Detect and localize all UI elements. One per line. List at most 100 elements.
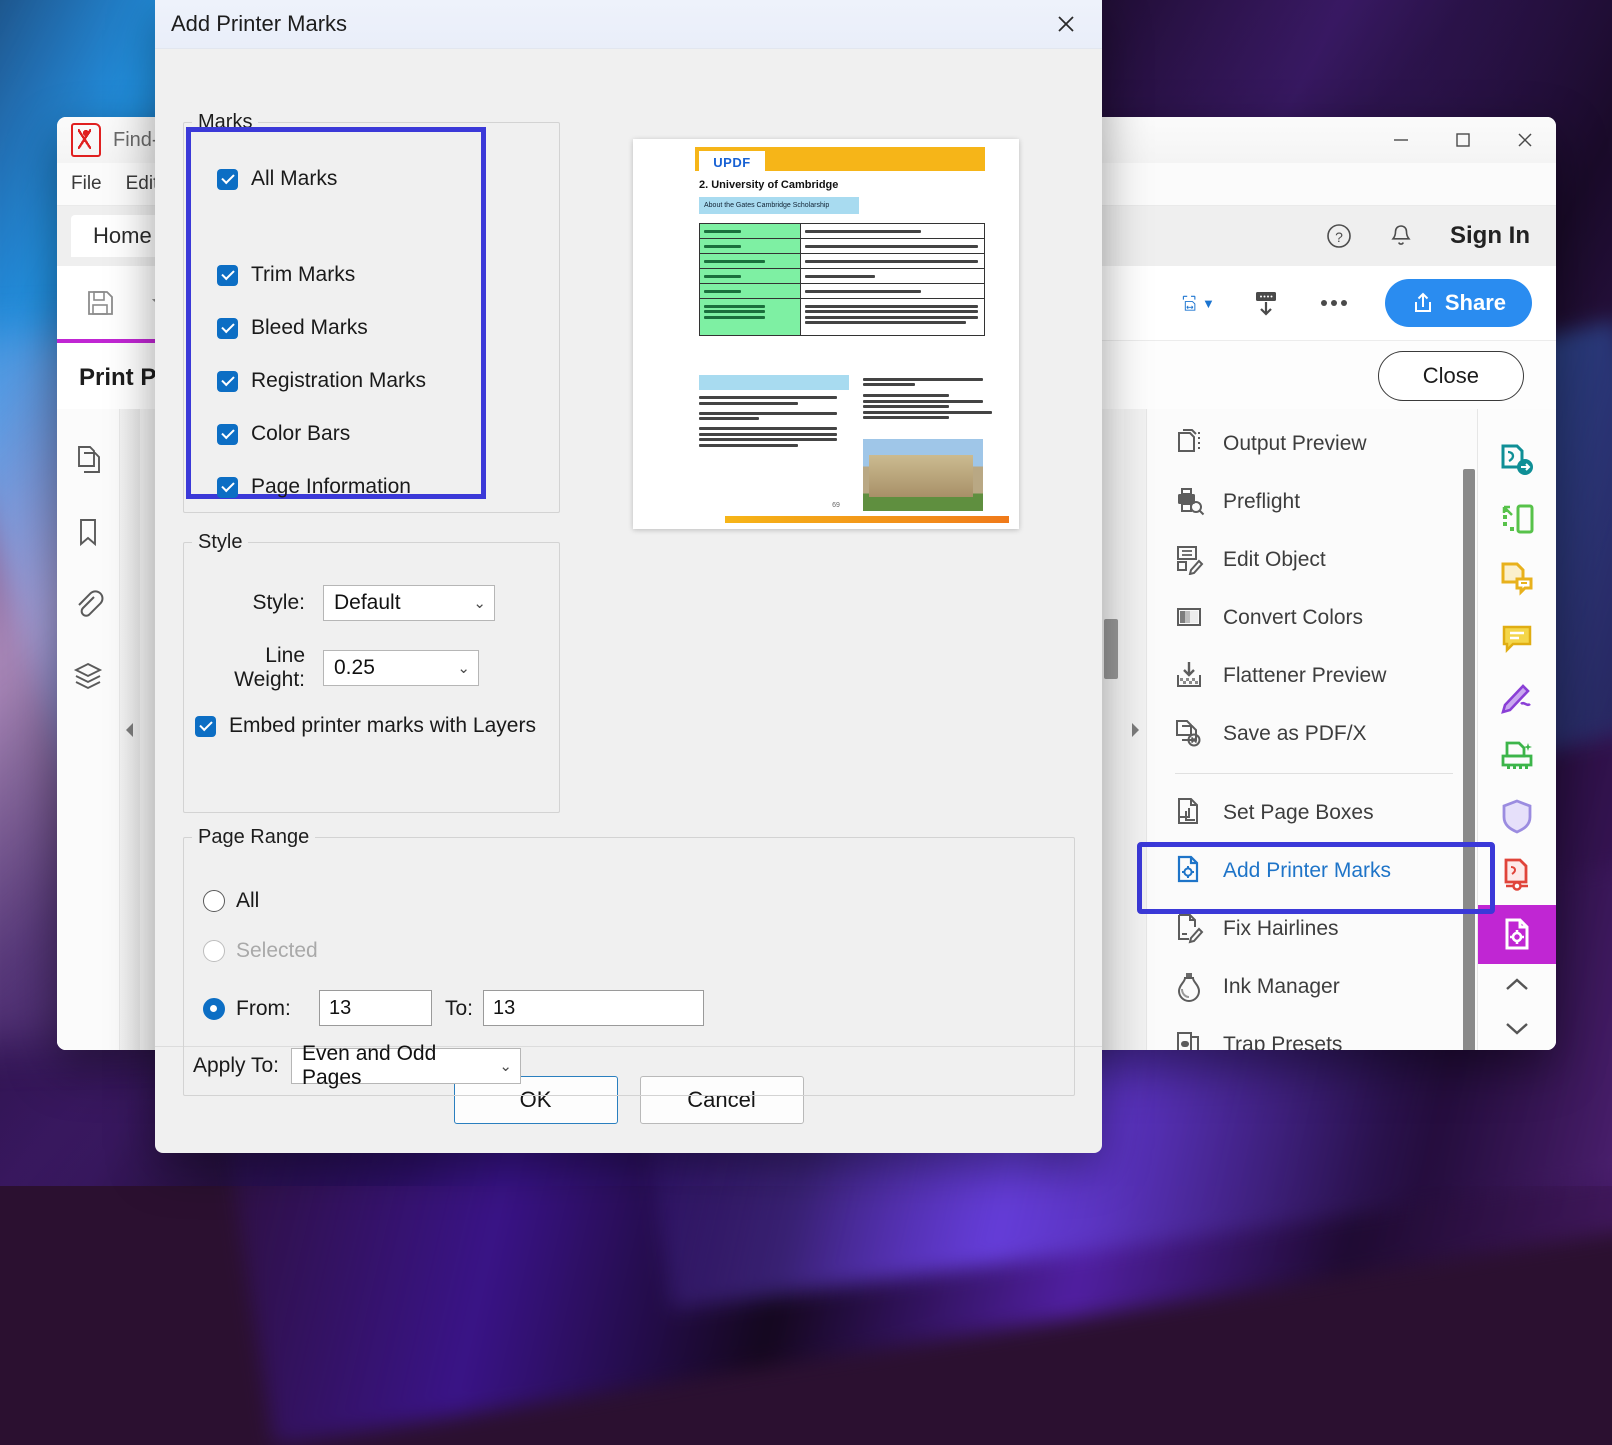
checkbox-color-bars[interactable]: Color Bars — [217, 422, 517, 446]
checkbox-registration-marks[interactable]: Registration Marks — [217, 369, 517, 393]
checkbox-bleed-marks[interactable]: Bleed Marks — [217, 316, 517, 340]
more-horizontal-icon[interactable] — [1317, 286, 1351, 320]
panel-item-save-as-pdfx[interactable]: Save as PDF/X — [1147, 705, 1477, 763]
from-page-input[interactable]: 13 — [319, 990, 432, 1026]
apply-to-select-value: Even and Odd Pages — [302, 1042, 489, 1090]
canvas-scrollbar[interactable] — [1104, 539, 1118, 1039]
feature-icon-strip — [1477, 409, 1556, 1050]
chevron-right-icon — [1128, 721, 1142, 739]
preview-subtitle-tag: About the Gates Cambridge Scholarship — [699, 197, 859, 214]
radio-selected-pages: Selected — [203, 939, 318, 963]
organize-pages-icon[interactable] — [1478, 490, 1556, 549]
bookmark-icon[interactable] — [71, 515, 105, 549]
preview-table-row — [700, 284, 984, 299]
panel-item-output-preview[interactable]: Output Preview — [1147, 415, 1477, 473]
sign-icon[interactable] — [1478, 668, 1556, 727]
dialog-close-button[interactable] — [1040, 4, 1092, 44]
protect-shield-icon[interactable] — [1478, 786, 1556, 845]
style-select[interactable]: Default ⌄ — [323, 585, 495, 621]
line-weight-field-row: Line Weight: 0.25 ⌄ — [193, 644, 523, 692]
share-icon — [1411, 291, 1435, 315]
canvas-scroll-thumb[interactable] — [1104, 619, 1118, 679]
download-icon[interactable] — [1249, 286, 1283, 320]
style-field-row: Style: Default ⌄ — [193, 585, 523, 621]
to-label: To: — [445, 997, 473, 1021]
menu-file[interactable]: File — [71, 173, 102, 195]
panel-item-convert-colors[interactable]: Convert Colors — [1147, 589, 1477, 647]
set-page-boxes-icon — [1173, 796, 1207, 830]
layers-icon[interactable] — [71, 659, 105, 693]
save-icon[interactable] — [83, 286, 117, 320]
panel-divider — [1175, 773, 1453, 774]
dialog-body: Marks All Marks Trim Marks Bleed Marks R… — [155, 49, 1102, 1046]
window-controls — [1370, 117, 1556, 163]
panel-item-edit-object[interactable]: Edit Object — [1147, 531, 1477, 589]
help-icon[interactable]: ? — [1322, 219, 1356, 253]
menu-edit[interactable]: Edit — [126, 173, 159, 195]
chevron-down-icon: ⌄ — [499, 1057, 512, 1075]
scan-ocr-icon[interactable] — [1478, 727, 1556, 786]
checkbox-icon — [195, 716, 216, 737]
edit-object-icon — [1173, 543, 1207, 577]
radio-all-pages[interactable]: All — [203, 889, 259, 913]
checkbox-page-information[interactable]: Page Information — [217, 475, 517, 499]
maximize-icon[interactable] — [1432, 117, 1494, 163]
chevron-down-icon[interactable] — [1478, 1007, 1556, 1050]
convert-pdf-icon[interactable] — [1478, 431, 1556, 490]
output-preview-icon — [1173, 427, 1207, 461]
checkbox-label: Bleed Marks — [251, 316, 368, 340]
print-production-icon[interactable] — [1478, 905, 1556, 964]
radio-icon — [203, 998, 225, 1020]
right-panel-collapse-handle[interactable] — [1124, 409, 1146, 1050]
save-as-pdfx-icon — [1173, 717, 1207, 751]
panel-item-flattener-preview[interactable]: Flattener Preview — [1147, 647, 1477, 705]
fit-page-width-icon[interactable]: ▼ — [1181, 286, 1215, 320]
compress-pdf-icon[interactable] — [1478, 845, 1556, 904]
panel-item-trap-presets[interactable]: Trap Presets — [1147, 1016, 1477, 1050]
close-feature-button[interactable]: Close — [1378, 351, 1524, 401]
minimize-icon[interactable] — [1370, 117, 1432, 163]
pdf-document-icon — [71, 123, 101, 157]
panel-item-preflight[interactable]: Preflight — [1147, 473, 1477, 531]
share-button[interactable]: Share — [1385, 279, 1532, 327]
checkbox-label: Embed printer marks with Layers — [229, 714, 536, 738]
pages-icon[interactable] — [71, 443, 105, 477]
bell-icon[interactable] — [1384, 219, 1418, 253]
panel-item-ink-manager[interactable]: Ink Manager — [1147, 958, 1477, 1016]
add-printer-marks-icon — [1173, 854, 1207, 888]
panel-item-label: Add Printer Marks — [1223, 859, 1391, 883]
checkbox-icon — [217, 424, 238, 445]
panel-item-add-printer-marks[interactable]: Add Printer Marks — [1147, 842, 1477, 900]
radio-label: Selected — [236, 939, 318, 963]
apply-to-select[interactable]: Even and Odd Pages ⌄ — [291, 1048, 521, 1084]
convert-colors-icon — [1173, 601, 1207, 635]
panel-item-label: Convert Colors — [1223, 606, 1363, 630]
to-page-input[interactable]: 13 — [483, 990, 704, 1026]
panel-item-set-page-boxes[interactable]: Set Page Boxes — [1147, 784, 1477, 842]
radio-from-pages[interactable]: From: — [203, 997, 291, 1021]
panel-item-fix-hairlines[interactable]: Fix Hairlines — [1147, 900, 1477, 958]
left-panel-collapse-handle[interactable] — [120, 409, 140, 1050]
panel-item-label: Set Page Boxes — [1223, 801, 1374, 825]
panel-item-label: Output Preview — [1223, 432, 1367, 456]
checkbox-icon — [217, 318, 238, 339]
checkbox-all-marks[interactable]: All Marks — [217, 167, 517, 191]
sign-in-button[interactable]: Sign In — [1450, 222, 1530, 250]
preview-table-row — [700, 224, 984, 239]
line-weight-select[interactable]: 0.25 ⌄ — [323, 650, 479, 686]
chevron-up-icon[interactable] — [1478, 964, 1556, 1007]
fix-hairlines-icon — [1173, 912, 1207, 946]
panel-item-label: Edit Object — [1223, 548, 1326, 572]
checkbox-embed-printer-marks[interactable]: Embed printer marks with Layers — [195, 714, 536, 738]
right-panel-scroll-thumb[interactable] — [1463, 469, 1475, 1050]
comment-icon[interactable] — [1478, 609, 1556, 668]
radio-label: All — [236, 889, 259, 913]
checkbox-icon — [217, 371, 238, 392]
annotate-document-icon[interactable] — [1478, 549, 1556, 608]
attachment-icon[interactable] — [71, 587, 105, 621]
ribbon-right-actions: ? Sign In — [1322, 219, 1530, 253]
right-panel-scrollbar[interactable] — [1463, 469, 1475, 1050]
share-label: Share — [1445, 290, 1506, 316]
close-icon[interactable] — [1494, 117, 1556, 163]
checkbox-trim-marks[interactable]: Trim Marks — [217, 263, 517, 287]
